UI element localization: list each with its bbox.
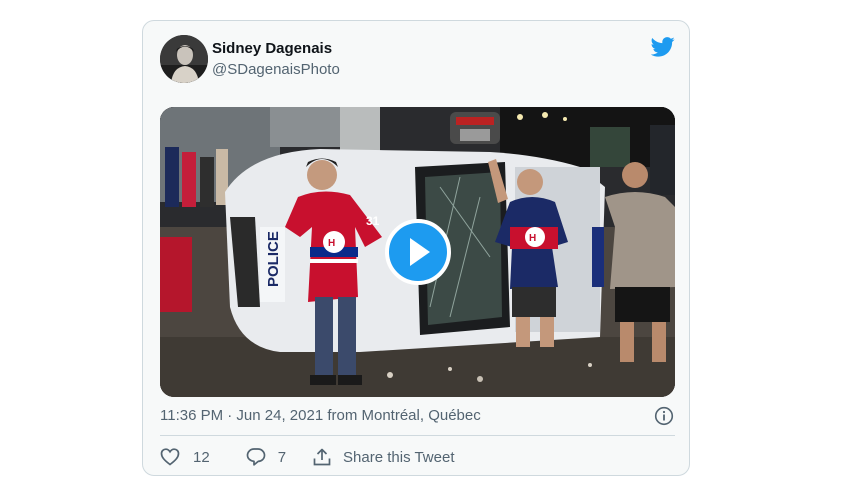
like-button[interactable]: 12 bbox=[160, 448, 210, 466]
car-police-text: POLICE bbox=[265, 231, 282, 287]
share-icon bbox=[313, 448, 331, 466]
share-label: Share this Tweet bbox=[343, 448, 455, 466]
tweet-timestamp[interactable]: 11:36 PM · Jun 24, 2021 from Montréal, Q… bbox=[160, 407, 481, 425]
jersey-number: 31 bbox=[366, 214, 380, 228]
author-handle[interactable]: @SDagenaisPhoto bbox=[212, 61, 340, 79]
svg-text:H: H bbox=[328, 238, 335, 249]
play-icon bbox=[410, 238, 430, 266]
heart-icon bbox=[160, 448, 180, 466]
like-count: 12 bbox=[193, 448, 210, 466]
share-button[interactable]: Share this Tweet bbox=[313, 448, 454, 466]
video-player[interactable]: POLICE H 31 H bbox=[160, 107, 675, 397]
tweet-actions: 12 7 Share this Tweet bbox=[160, 446, 454, 468]
info-icon[interactable] bbox=[654, 406, 674, 426]
reply-button[interactable]: 7 bbox=[246, 447, 286, 467]
author-name[interactable]: Sidney Dagenais bbox=[212, 40, 332, 58]
svg-text:H: H bbox=[529, 233, 536, 244]
twitter-bird-icon[interactable] bbox=[651, 37, 675, 57]
tweet-card[interactable]: Sidney Dagenais @SDagenaisPhoto POLICE H… bbox=[142, 20, 690, 476]
author-avatar[interactable] bbox=[160, 35, 208, 83]
divider bbox=[160, 435, 675, 436]
reply-count: 7 bbox=[277, 448, 287, 466]
play-button[interactable] bbox=[385, 219, 451, 285]
reply-bubble-icon bbox=[246, 448, 266, 466]
